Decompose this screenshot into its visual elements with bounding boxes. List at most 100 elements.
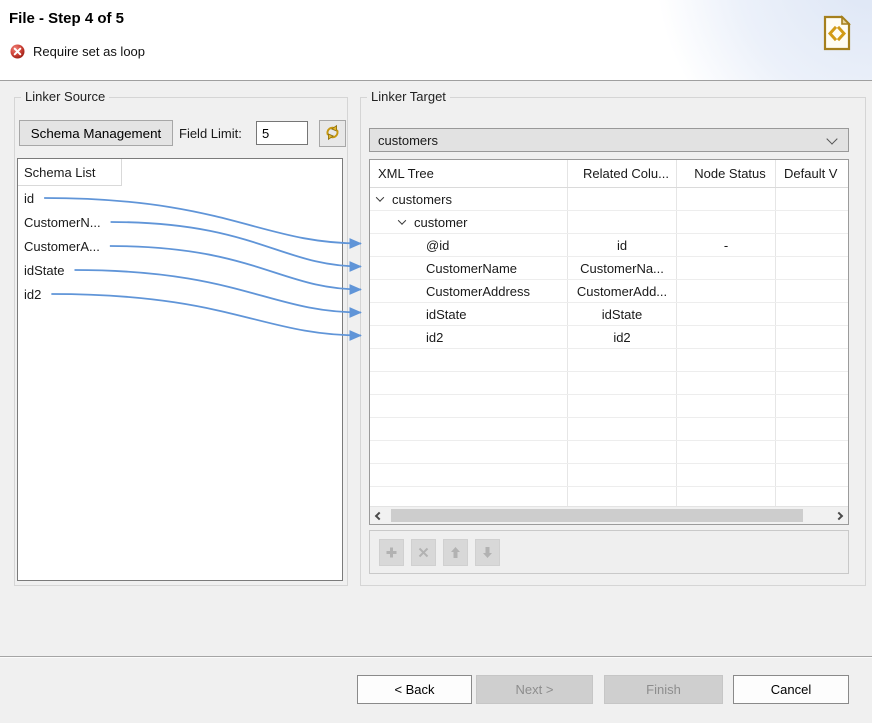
error-message: Require set as loop	[33, 44, 145, 59]
table-cell	[776, 487, 848, 506]
tree-expand-chevron-icon[interactable]	[376, 193, 384, 201]
xml-tree-row[interactable]: idState idState	[370, 303, 848, 326]
column-header-default-value[interactable]: Default V	[776, 160, 848, 187]
table-cell	[568, 441, 677, 463]
scroll-left-button[interactable]	[370, 507, 388, 524]
chevron-down-icon	[826, 133, 837, 144]
empty-table-row[interactable]	[370, 464, 848, 487]
xml-tree-row[interactable]: @idid-	[370, 234, 848, 257]
finish-button[interactable]: Finish	[604, 675, 723, 704]
table-cell	[677, 349, 776, 371]
cancel-button[interactable]: Cancel	[733, 675, 849, 704]
scrollbar-thumb[interactable]	[391, 509, 803, 522]
back-button[interactable]: < Back	[357, 675, 472, 704]
table-cell	[776, 234, 848, 256]
tree-node-cell: CustomerName	[370, 257, 568, 279]
schema-list-item-label: id2	[24, 287, 41, 302]
tree-node-cell: customer	[370, 211, 568, 233]
linker-source-group: Linker Source Schema Management Field Li…	[14, 97, 348, 586]
tree-node-label: idState	[426, 307, 466, 322]
empty-table-row[interactable]	[370, 441, 848, 464]
xml-tree-row[interactable]: customers	[370, 188, 848, 211]
schema-list-item-label: id	[24, 191, 34, 206]
schema-list-item[interactable]: id	[18, 186, 342, 210]
column-header-xml-tree[interactable]: XML Tree	[370, 160, 568, 187]
table-cell	[568, 211, 677, 233]
schema-list-item[interactable]: idState	[18, 258, 342, 282]
empty-table-row[interactable]	[370, 418, 848, 441]
schema-list-item[interactable]: id2	[18, 282, 342, 306]
table-cell: id	[568, 234, 677, 256]
schema-list-items: id CustomerN... CustomerA... idState id2	[18, 186, 342, 306]
x-icon	[417, 546, 430, 559]
column-header-node-status[interactable]: Node Status	[677, 160, 776, 187]
refresh-icon	[324, 124, 341, 144]
table-cell	[370, 441, 568, 463]
table-cell	[568, 188, 677, 210]
schema-list: Schema List idCustomerN...CustomerA...id…	[17, 158, 343, 581]
chevron-left-icon	[375, 511, 383, 519]
tree-node-cell: CustomerAddress	[370, 280, 568, 302]
table-cell	[370, 395, 568, 417]
table-cell	[677, 280, 776, 302]
table-cell	[776, 464, 848, 486]
column-header-related-column[interactable]: Related Colu...	[568, 160, 677, 187]
delete-row-button[interactable]	[411, 539, 436, 566]
tree-node-cell: idState	[370, 303, 568, 325]
table-cell	[776, 395, 848, 417]
table-cell	[776, 257, 848, 279]
horizontal-scrollbar[interactable]	[370, 506, 848, 524]
xml-table-header: XML Tree Related Colu... Node Status Def…	[370, 160, 848, 188]
table-cell	[568, 349, 677, 371]
table-selector-combo[interactable]: customers	[369, 128, 849, 152]
xml-tree-row[interactable]: CustomerNameCustomerNa...	[370, 257, 848, 280]
tree-expand-chevron-icon[interactable]	[398, 216, 406, 224]
xml-table-body: customerscustomer@idid-CustomerNameCusto…	[370, 188, 848, 506]
schema-list-item-label: CustomerA...	[24, 239, 100, 254]
field-limit-label: Field Limit:	[179, 126, 242, 141]
empty-table-row[interactable]	[370, 395, 848, 418]
chevron-right-icon	[835, 511, 843, 519]
next-button[interactable]: Next >	[476, 675, 593, 704]
error-message-line: Require set as loop	[10, 44, 145, 59]
xml-tree-table: XML Tree Related Colu... Node Status Def…	[369, 159, 849, 525]
table-cell	[776, 326, 848, 348]
linker-target-group: Linker Target customers XML Tree Related…	[360, 97, 866, 586]
tree-node-label: CustomerName	[426, 261, 517, 276]
schema-list-item[interactable]: CustomerA...	[18, 234, 342, 258]
add-row-button[interactable]	[379, 539, 404, 566]
xml-tree-row[interactable]: customer	[370, 211, 848, 234]
table-cell	[370, 418, 568, 440]
table-cell	[677, 188, 776, 210]
tree-node-label: customers	[392, 192, 452, 207]
table-cell	[677, 211, 776, 233]
table-cell	[370, 372, 568, 394]
schema-list-item[interactable]: CustomerN...	[18, 210, 342, 234]
wizard-footer: < Back Next > Finish Cancel	[0, 656, 872, 723]
move-up-button[interactable]	[443, 539, 468, 566]
scroll-right-button[interactable]	[830, 507, 848, 524]
table-cell	[677, 418, 776, 440]
empty-table-row[interactable]	[370, 487, 848, 506]
table-cell: id2	[568, 326, 677, 348]
xml-tree-row[interactable]: CustomerAddressCustomerAdd...	[370, 280, 848, 303]
wizard-header: File - Step 4 of 5 Require set as loop	[0, 0, 872, 81]
schema-list-item-label: idState	[24, 263, 64, 278]
schema-management-button[interactable]: Schema Management	[19, 120, 173, 146]
table-cell	[370, 349, 568, 371]
xml-tree-row[interactable]: id2 id2	[370, 326, 848, 349]
table-cell	[776, 349, 848, 371]
empty-table-row[interactable]	[370, 372, 848, 395]
table-cell: -	[677, 234, 776, 256]
empty-table-row[interactable]	[370, 349, 848, 372]
tree-node-label: id2	[426, 330, 443, 345]
table-cell: idState	[568, 303, 677, 325]
tree-node-label: CustomerAddress	[426, 284, 530, 299]
table-cell	[568, 464, 677, 486]
table-cell	[568, 395, 677, 417]
refresh-button[interactable]	[319, 120, 346, 147]
table-cell	[776, 280, 848, 302]
table-cell	[677, 464, 776, 486]
move-down-button[interactable]	[475, 539, 500, 566]
field-limit-input[interactable]	[256, 121, 308, 145]
